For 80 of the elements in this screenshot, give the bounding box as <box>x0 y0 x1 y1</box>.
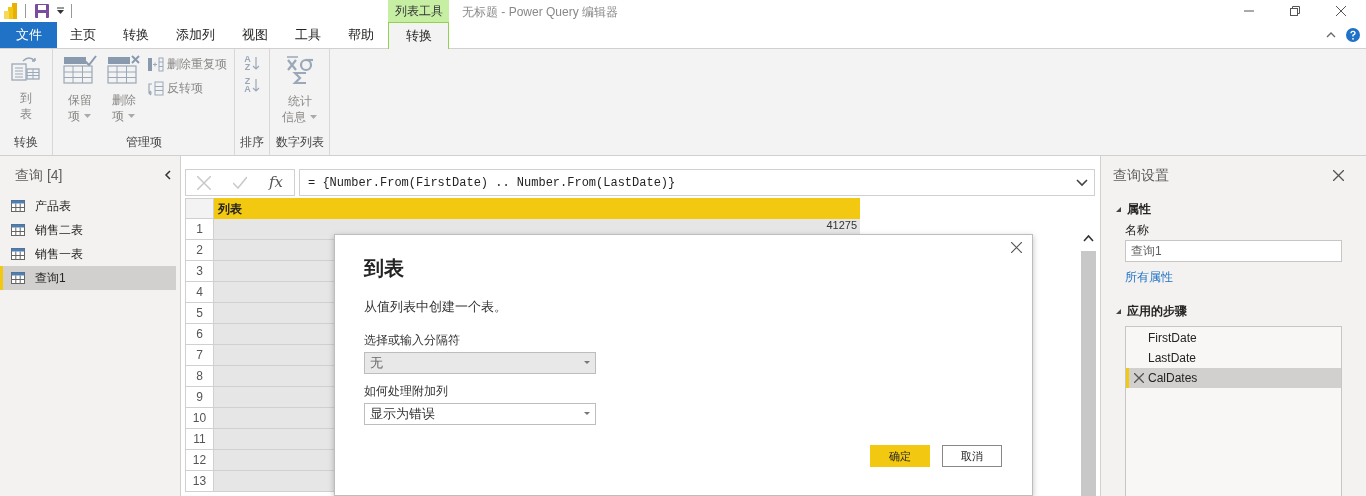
reverse-items-icon <box>146 80 164 96</box>
dropdown-field[interactable]: 显示为错误 <box>364 402 596 425</box>
group-label: 排序 <box>240 134 264 151</box>
field-label: 选择或输入分隔符 <box>364 331 460 349</box>
to-table-icon <box>11 55 41 82</box>
corner-cell[interactable] <box>185 198 214 219</box>
ribbon-tab[interactable]: 添加列 <box>163 22 227 48</box>
pane-title: 查询设置 <box>1113 165 1169 185</box>
group-label: 管理项 <box>125 134 162 151</box>
ribbon-tab[interactable]: 文件 <box>0 22 57 48</box>
query-item[interactable]: 查询1 <box>0 266 176 290</box>
query-item[interactable]: 销售二表 <box>0 218 176 242</box>
query-name: 产品表 <box>35 198 71 215</box>
caret-icon <box>584 412 590 415</box>
step-item[interactable]: CalDates <box>1126 368 1341 388</box>
scrollbar-thumb[interactable] <box>1081 251 1096 496</box>
name-field[interactable]: 查询1 <box>1125 240 1342 262</box>
restore-icon[interactable] <box>1290 6 1300 16</box>
field-label: 如何处理附加列 <box>364 382 448 400</box>
field-label: 名称 <box>1124 222 1150 239</box>
collapse-icon[interactable] <box>164 170 172 180</box>
formula-field[interactable]: = {Number.From(FirstDate) .. Number.From(LastDate)} <box>299 169 1095 196</box>
caret-icon <box>310 115 317 119</box>
chevron-down-icon[interactable] <box>1076 178 1088 187</box>
ribbon-tab[interactable]: 视图 <box>227 22 282 48</box>
check-icon[interactable] <box>232 176 247 189</box>
step-name: FirstDate <box>1148 330 1197 347</box>
all-properties-link[interactable]: 所有属性 <box>1101 268 1366 286</box>
ribbon-tab[interactable]: 工具 <box>282 22 334 48</box>
remove-duplicates-icon <box>146 56 164 72</box>
tool-group-label: 列表工具 <box>388 0 449 22</box>
statistics-icon <box>285 55 314 85</box>
ribbon-tab[interactable]: 转换 <box>388 22 449 49</box>
pane-title: 查询 [4] <box>15 165 63 185</box>
table-icon <box>11 200 25 212</box>
column-header[interactable]: 列表 <box>214 198 860 219</box>
dropdown-icon[interactable] <box>56 7 65 15</box>
keep-rows-icon <box>62 55 97 84</box>
step-name: LastDate <box>1148 350 1197 367</box>
function-label: fx <box>268 172 283 194</box>
dialog-description: 从值列表中创建一个表。 <box>364 298 507 316</box>
caret-icon <box>84 114 91 118</box>
query-name: 查询1 <box>35 270 66 287</box>
group-label: 数字列表 <box>275 134 324 151</box>
query-name: 销售一表 <box>35 246 83 263</box>
down-arrow-icon <box>251 78 260 92</box>
collapse-ribbon-icon[interactable] <box>1326 31 1336 39</box>
remove-rows-icon <box>106 55 141 84</box>
table-icon <box>11 272 25 284</box>
caret-icon <box>584 361 590 364</box>
window-title: 无标题 - Power Query 编辑器 <box>462 4 619 21</box>
step-name: CalDates <box>1148 370 1198 387</box>
ribbon-tab[interactable]: 转换 <box>109 22 163 48</box>
expand-icon[interactable] <box>1116 206 1121 212</box>
help-icon[interactable] <box>1346 28 1360 42</box>
dialog-title: 到表 <box>364 256 404 281</box>
table-icon <box>11 224 25 236</box>
scroll-up-icon[interactable] <box>1083 234 1094 243</box>
expand-icon[interactable] <box>1116 308 1121 314</box>
close-icon[interactable] <box>1011 242 1022 253</box>
down-arrow-icon <box>251 56 260 70</box>
step-item[interactable]: FirstDate <box>1126 328 1341 348</box>
app-logo-icon <box>2 2 19 20</box>
caret-icon <box>128 114 135 118</box>
ok-button[interactable]: 确定 <box>870 445 930 467</box>
query-name: 销售二表 <box>35 222 83 239</box>
table-icon <box>11 248 25 260</box>
close-icon[interactable] <box>1336 6 1346 16</box>
section-heading: 属性 <box>1127 201 1151 218</box>
close-icon[interactable] <box>1333 169 1344 181</box>
group-label: 转换 <box>14 134 38 151</box>
query-item[interactable]: 产品表 <box>0 194 176 218</box>
section-heading: 应用的步骤 <box>1127 303 1187 320</box>
delete-icon[interactable] <box>1133 373 1144 383</box>
step-item[interactable]: LastDate <box>1126 348 1341 368</box>
query-item[interactable]: 销售一表 <box>0 242 176 266</box>
cancel-button[interactable]: 取消 <box>942 445 1002 467</box>
ribbon-tab[interactable]: 帮助 <box>334 22 388 48</box>
ribbon-tab[interactable]: 主页 <box>57 22 109 48</box>
save-icon[interactable] <box>34 3 50 19</box>
